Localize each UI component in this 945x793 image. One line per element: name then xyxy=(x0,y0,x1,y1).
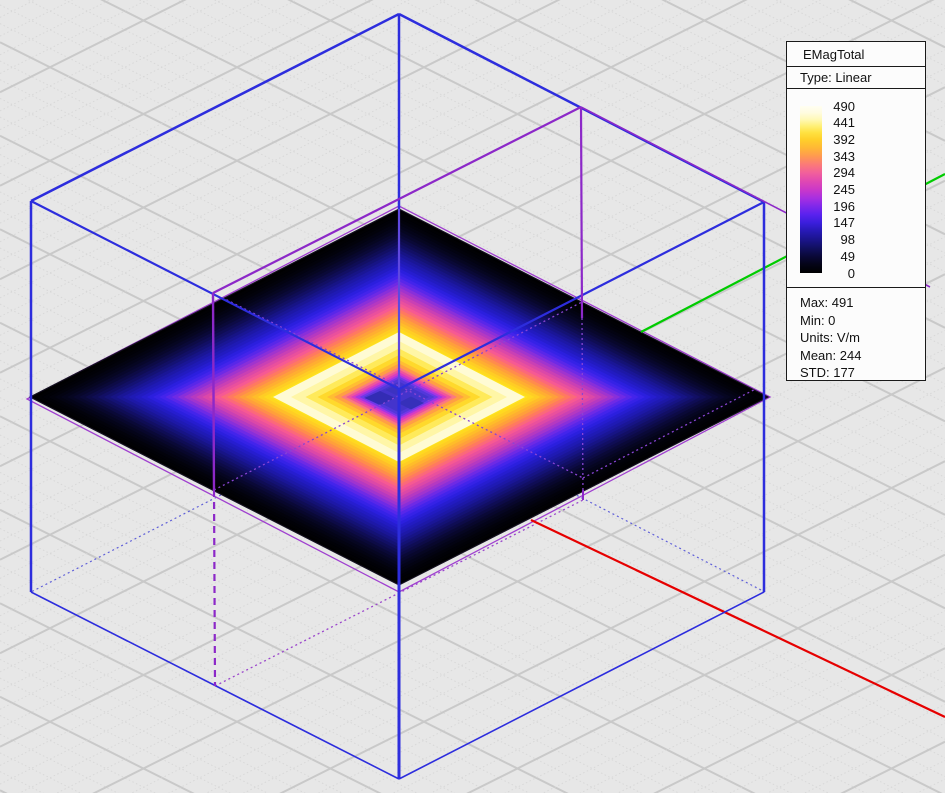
legend-stats: Max: 491Min: 0Units: V/mMean: 244STD: 17… xyxy=(787,288,925,382)
stat-line: STD: 177 xyxy=(800,364,925,382)
legend-panel[interactable]: EMagTotal Type: Linear 49044139234329424… xyxy=(786,41,926,381)
stat-line: Max: 491 xyxy=(800,294,925,312)
colorbar-tick: 147 xyxy=(827,214,855,231)
colorbar-tick: 490 xyxy=(827,98,855,115)
colorbar-tick: 441 xyxy=(827,114,855,131)
colorbar-tick: 245 xyxy=(827,181,855,198)
colorbar-tick: 49 xyxy=(827,248,855,265)
render-area: EMagTotal Type: Linear 49044139234329424… xyxy=(0,0,945,793)
legend-title: EMagTotal xyxy=(787,42,925,67)
stat-line: Units: V/m xyxy=(800,329,925,347)
colorbar-tick: 392 xyxy=(827,131,855,148)
colorbar-tick: 196 xyxy=(827,198,855,215)
colorbar-tick: 0 xyxy=(827,265,855,282)
legend-colorbar-section: 49044139234329424519614798490 xyxy=(787,89,925,288)
stat-line: Min: 0 xyxy=(800,312,925,330)
colorbar-tick: 294 xyxy=(827,164,855,181)
colorbar-tick: 98 xyxy=(827,231,855,248)
colorbar-tick: 343 xyxy=(827,148,855,165)
stat-line: Mean: 244 xyxy=(800,347,925,365)
colorbar-gradient xyxy=(800,106,822,273)
legend-scale-type: Type: Linear xyxy=(787,67,925,89)
